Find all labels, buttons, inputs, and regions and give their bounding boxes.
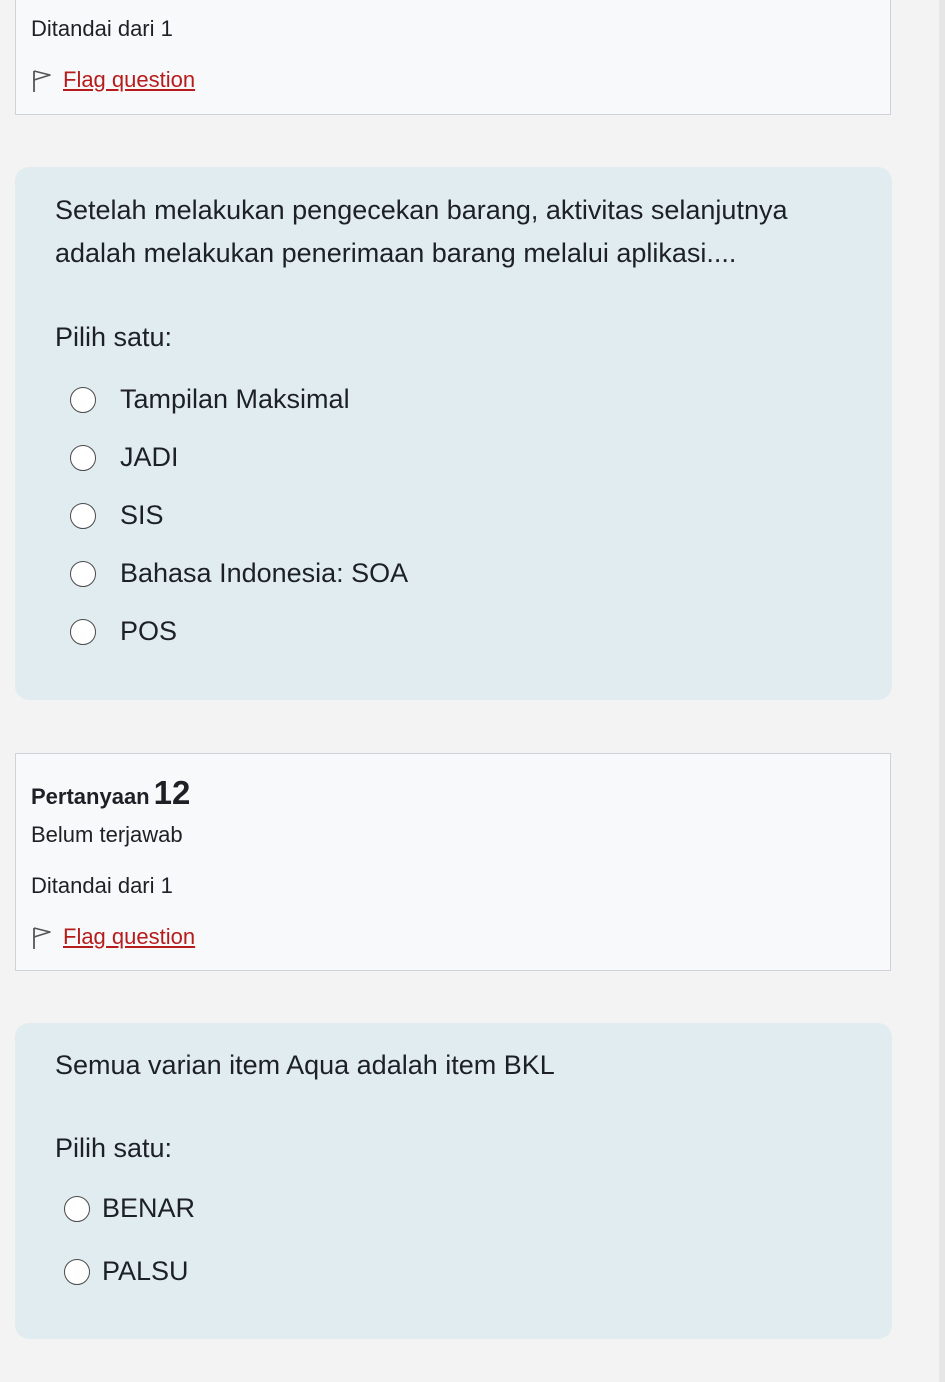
question-number-value: 12	[153, 774, 191, 811]
scrollbar-track[interactable]	[939, 0, 945, 1382]
option-benar[interactable]: BENAR	[64, 1193, 195, 1224]
question-11-info: Ditandai dari 1 Flag question	[15, 0, 891, 115]
radio-button[interactable]	[70, 618, 96, 645]
radio-button[interactable]	[64, 1258, 90, 1285]
question-text: Setelah melakukan pengecekan barang, akt…	[55, 195, 788, 268]
flag-icon	[31, 924, 53, 950]
radio-button[interactable]	[70, 386, 96, 413]
radio-button[interactable]	[70, 560, 96, 587]
option-label: POS	[120, 616, 178, 646]
question-12-card: Semua varian item Aqua adalah item BKL P…	[15, 1023, 892, 1339]
option-palsu[interactable]: PALSU	[64, 1256, 189, 1287]
question-text: Semua varian item Aqua adalah item BKL	[55, 1050, 555, 1080]
radio-button[interactable]	[70, 502, 96, 529]
marked-out-of: Ditandai dari 1	[31, 16, 173, 41]
option-sis[interactable]: SIS	[70, 500, 164, 531]
flag-question-row[interactable]: Flag question	[31, 65, 195, 95]
option-pos[interactable]: POS	[70, 616, 177, 647]
flag-question-link[interactable]: Flag question	[63, 924, 195, 950]
question-12-info: Pertanyaan 12 Belum terjawab Ditandai dar…	[15, 753, 891, 971]
option-label: JADI	[120, 442, 179, 472]
question-number: Pertanyaan 12	[31, 774, 190, 812]
option-jadi[interactable]: JADI	[70, 442, 179, 473]
question-status: Belum terjawab	[31, 822, 183, 847]
option-soa[interactable]: Bahasa Indonesia: SOA	[70, 558, 408, 589]
option-label: PALSU	[102, 1256, 189, 1286]
option-label: BENAR	[102, 1193, 196, 1223]
flag-icon	[31, 67, 53, 93]
marked-out-of: Ditandai dari 1	[31, 873, 173, 898]
option-label: SIS	[120, 500, 164, 530]
choose-one-prompt: Pilih satu:	[55, 1133, 173, 1163]
flag-question-row[interactable]: Flag question	[31, 922, 195, 952]
option-label: Bahasa Indonesia: SOA	[120, 558, 409, 588]
option-tampilan-maksimal[interactable]: Tampilan Maksimal	[70, 384, 350, 415]
radio-button[interactable]	[64, 1195, 90, 1222]
question-11-card: Setelah melakukan pengecekan barang, akt…	[15, 167, 892, 700]
option-label: Tampilan Maksimal	[120, 384, 350, 414]
choose-one-prompt: Pilih satu:	[55, 322, 173, 352]
question-heading: Pertanyaan	[31, 784, 150, 809]
flag-question-link[interactable]: Flag question	[63, 67, 195, 93]
radio-button[interactable]	[70, 444, 96, 471]
